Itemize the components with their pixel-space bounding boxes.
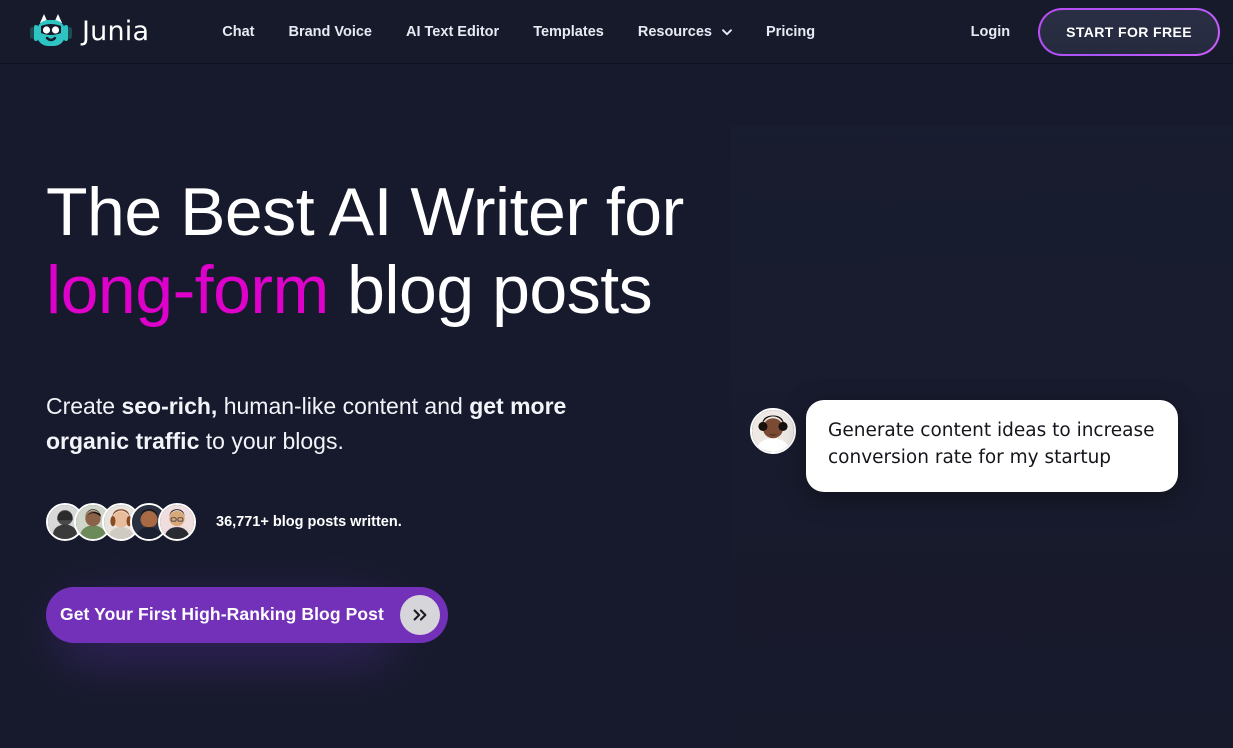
nav-item-templates[interactable]: Templates: [516, 16, 621, 48]
hero-cta-label: Get Your First High-Ranking Blog Post: [60, 604, 384, 625]
nav-item-label: AI Text Editor: [406, 23, 500, 40]
nav-item-label: Brand Voice: [288, 23, 372, 40]
nav-item-label: Resources: [637, 23, 712, 40]
hero-cta-wrapper: Get Your First High-Ranking Blog Post: [46, 586, 746, 661]
chat-message-bubble: Generate content ideas to increase conve…: [806, 400, 1178, 492]
subhead-part-2: human-like content and: [217, 393, 470, 420]
junia-robot-logo-icon: [30, 12, 72, 52]
headline-accent-word: long-form: [46, 251, 329, 328]
headline-line-1: The Best AI Writer for: [46, 174, 684, 250]
headline-line-2-rest: blog posts: [328, 251, 653, 328]
hero-subheadline: Create seo-rich, human-like content and …: [46, 389, 606, 459]
social-proof-text: 36,771+ blog posts written.: [216, 513, 402, 530]
social-proof-row: 36,771+ blog posts written.: [46, 502, 746, 541]
chevron-down-icon: [721, 26, 732, 37]
page-title: The Best AI Writer for long-form blog po…: [46, 174, 746, 329]
double-chevron-right-icon: [399, 594, 440, 635]
brand-logo-link[interactable]: Junia: [30, 12, 149, 52]
avatar: [158, 502, 196, 541]
main-navigation: Chat Brand Voice AI Text Editor Template…: [205, 16, 832, 48]
login-link[interactable]: Login: [967, 16, 1014, 48]
start-for-free-button[interactable]: START FOR FREE: [1038, 8, 1220, 56]
nav-item-label: Templates: [533, 23, 604, 40]
site-header: Junia Chat Brand Voice AI Text Editor Te…: [0, 0, 1233, 64]
nav-item-resources[interactable]: Resources: [621, 16, 749, 48]
nav-item-chat[interactable]: Chat: [205, 16, 271, 48]
nav-item-label: Chat: [222, 23, 255, 40]
avatar-group: [46, 502, 196, 541]
brand-name: Junia: [82, 16, 150, 47]
subhead-bold-1: seo-rich,: [121, 393, 218, 420]
chat-demo-row: Generate content ideas to increase conve…: [750, 400, 1178, 492]
nav-item-pricing[interactable]: Pricing: [749, 16, 832, 48]
chat-user-avatar: [750, 408, 796, 454]
get-first-blog-post-button[interactable]: Get Your First High-Ranking Blog Post: [46, 586, 448, 643]
header-actions: Login START FOR FREE: [967, 8, 1220, 56]
subhead-part-1: Create: [46, 393, 122, 420]
hero-section: The Best AI Writer for long-form blog po…: [0, 64, 1233, 748]
nav-item-brand-voice[interactable]: Brand Voice: [271, 16, 389, 48]
nav-item-label: Pricing: [766, 23, 816, 40]
nav-item-ai-text-editor[interactable]: AI Text Editor: [389, 16, 516, 48]
subhead-part-3: to your blogs.: [199, 427, 344, 454]
hero-copy-block: The Best AI Writer for long-form blog po…: [46, 174, 746, 661]
